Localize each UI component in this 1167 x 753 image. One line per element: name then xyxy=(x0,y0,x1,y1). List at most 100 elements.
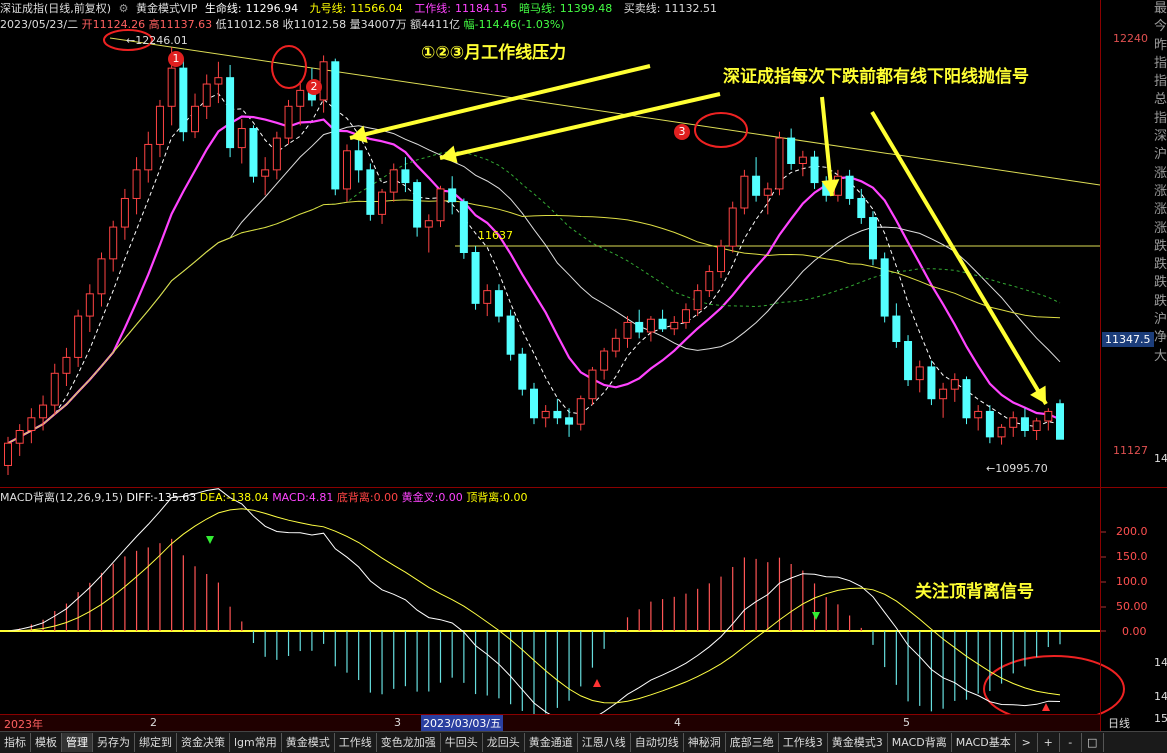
candle-body xyxy=(448,188,457,203)
candle-body xyxy=(261,169,270,177)
axis-divider xyxy=(1100,0,1101,731)
tab-17[interactable]: 工作线3 xyxy=(779,733,828,752)
right-panel-char: 深 xyxy=(1154,129,1167,145)
right-panel-char: 指 xyxy=(1154,110,1167,126)
tab-18[interactable]: 黄金模式3 xyxy=(828,733,888,752)
price-axis-label: 12240 xyxy=(1113,32,1148,45)
candle-body xyxy=(85,293,94,317)
candle-body xyxy=(868,217,877,260)
right-panel-char: 指 xyxy=(1154,55,1167,71)
candle-body xyxy=(214,77,223,85)
candle-body xyxy=(226,77,235,149)
tab-0[interactable]: 指标 xyxy=(0,733,31,752)
red-signal-arrow xyxy=(1042,703,1050,711)
macd-header: MACD背离(12,26,9,15) DIFF:-135.63 DEA:-138… xyxy=(0,489,528,505)
tab-19[interactable]: MACD背离 xyxy=(888,733,952,752)
zoom-out-button[interactable]: - xyxy=(1060,733,1082,752)
candle-body xyxy=(752,175,761,196)
tab-9[interactable]: 变色龙加强 xyxy=(377,733,441,752)
right-panel-char: 昨 xyxy=(1154,37,1167,53)
highlight-circle xyxy=(271,45,307,89)
candle-body xyxy=(1020,417,1029,431)
tab-6[interactable]: lgm常用 xyxy=(230,733,282,752)
candle-body xyxy=(927,366,936,400)
tab-next-button[interactable]: > xyxy=(1016,733,1038,752)
candle-body xyxy=(331,61,340,190)
macd-dea: DEA:-138.04 xyxy=(199,491,269,504)
candle-body xyxy=(424,220,433,228)
candle-body xyxy=(471,252,480,304)
tab-10[interactable]: 牛回头 xyxy=(441,733,483,752)
candle-body xyxy=(541,410,550,419)
candle-body xyxy=(15,430,24,444)
macd-axis-label: 200.0 xyxy=(1116,525,1148,538)
annotation-divergence: 关注顶背离信号 xyxy=(915,582,1034,602)
candle-body xyxy=(27,417,36,431)
candle-body xyxy=(62,356,71,374)
candle-body xyxy=(985,410,994,438)
candle-body xyxy=(39,404,48,419)
candle-body xyxy=(272,137,281,171)
right-panel-char: 大 xyxy=(1154,348,1167,364)
tab-13[interactable]: 江恩八线 xyxy=(578,733,631,752)
macd-axis-label: 0.00 xyxy=(1122,625,1147,638)
candle-body xyxy=(857,197,866,219)
tab-12[interactable]: 黄金通道 xyxy=(525,733,578,752)
candle-body xyxy=(600,350,609,371)
zoom-in-button[interactable]: + xyxy=(1038,733,1060,752)
candle-body xyxy=(50,372,59,406)
candle-body xyxy=(1056,403,1064,440)
tab-4[interactable]: 绑定到 xyxy=(135,733,177,752)
spacer xyxy=(1040,66,1046,400)
candle-body xyxy=(202,83,211,107)
tab-1[interactable]: 模板 xyxy=(31,733,62,752)
candle-body xyxy=(915,366,924,381)
fit-button[interactable]: □ xyxy=(1082,733,1104,752)
candle-body xyxy=(237,128,246,149)
price-chart[interactable] xyxy=(0,0,1167,731)
candle-body xyxy=(436,188,445,222)
right-panel-char: 今 xyxy=(1154,19,1167,35)
current-price-box: 11347.5 xyxy=(1102,332,1154,347)
candle-body xyxy=(132,169,141,199)
candle-body xyxy=(494,290,503,317)
candle-body xyxy=(962,379,971,419)
candle-body xyxy=(319,61,328,101)
tab-3[interactable]: 另存为 xyxy=(93,733,135,752)
tab-14[interactable]: 自动切线 xyxy=(631,733,684,752)
macd-title[interactable]: MACD背离(12,26,9,15) xyxy=(0,491,123,504)
macd-axis-label: 50.00 xyxy=(1116,600,1148,613)
candle-body xyxy=(366,169,375,215)
low-marker-label: ←10995.70 xyxy=(986,462,1048,475)
tab-7[interactable]: 黄金模式 xyxy=(282,733,335,752)
period-label[interactable]: 日线 xyxy=(1108,715,1130,731)
candle-body xyxy=(74,315,83,358)
candle-body xyxy=(775,137,784,190)
candle-body xyxy=(284,105,293,139)
candle-body xyxy=(810,156,819,184)
tab-2[interactable]: 管理 xyxy=(62,733,93,752)
candle-body xyxy=(798,156,807,164)
tab-16[interactable]: 底部三绝 xyxy=(726,733,779,752)
candle-body xyxy=(681,309,690,323)
tab-5[interactable]: 资金决策 xyxy=(177,733,230,752)
tab-20[interactable]: MACD基本 xyxy=(952,733,1016,752)
time-axis-month: 3 xyxy=(394,716,401,729)
candle-body xyxy=(378,191,387,215)
right-panel-char: 涨 xyxy=(1154,220,1167,236)
highlight-circle xyxy=(983,655,1125,723)
price-axis-label: 11127 xyxy=(1113,444,1148,457)
candle-body xyxy=(506,315,515,355)
tab-8[interactable]: 工作线 xyxy=(335,733,377,752)
candle-body xyxy=(191,105,200,133)
candle-body xyxy=(670,321,679,330)
tab-11[interactable]: 龙回头 xyxy=(483,733,525,752)
candle-body xyxy=(459,201,468,253)
candle-body xyxy=(4,442,12,466)
macd-golden-cross: 黄金叉:0.00 xyxy=(401,491,463,504)
tab-15[interactable]: 神秘洞 xyxy=(684,733,726,752)
candle-body xyxy=(120,197,129,228)
candle-body xyxy=(658,318,667,330)
candle-body xyxy=(401,169,410,184)
time-axis-month: 2 xyxy=(150,716,157,729)
